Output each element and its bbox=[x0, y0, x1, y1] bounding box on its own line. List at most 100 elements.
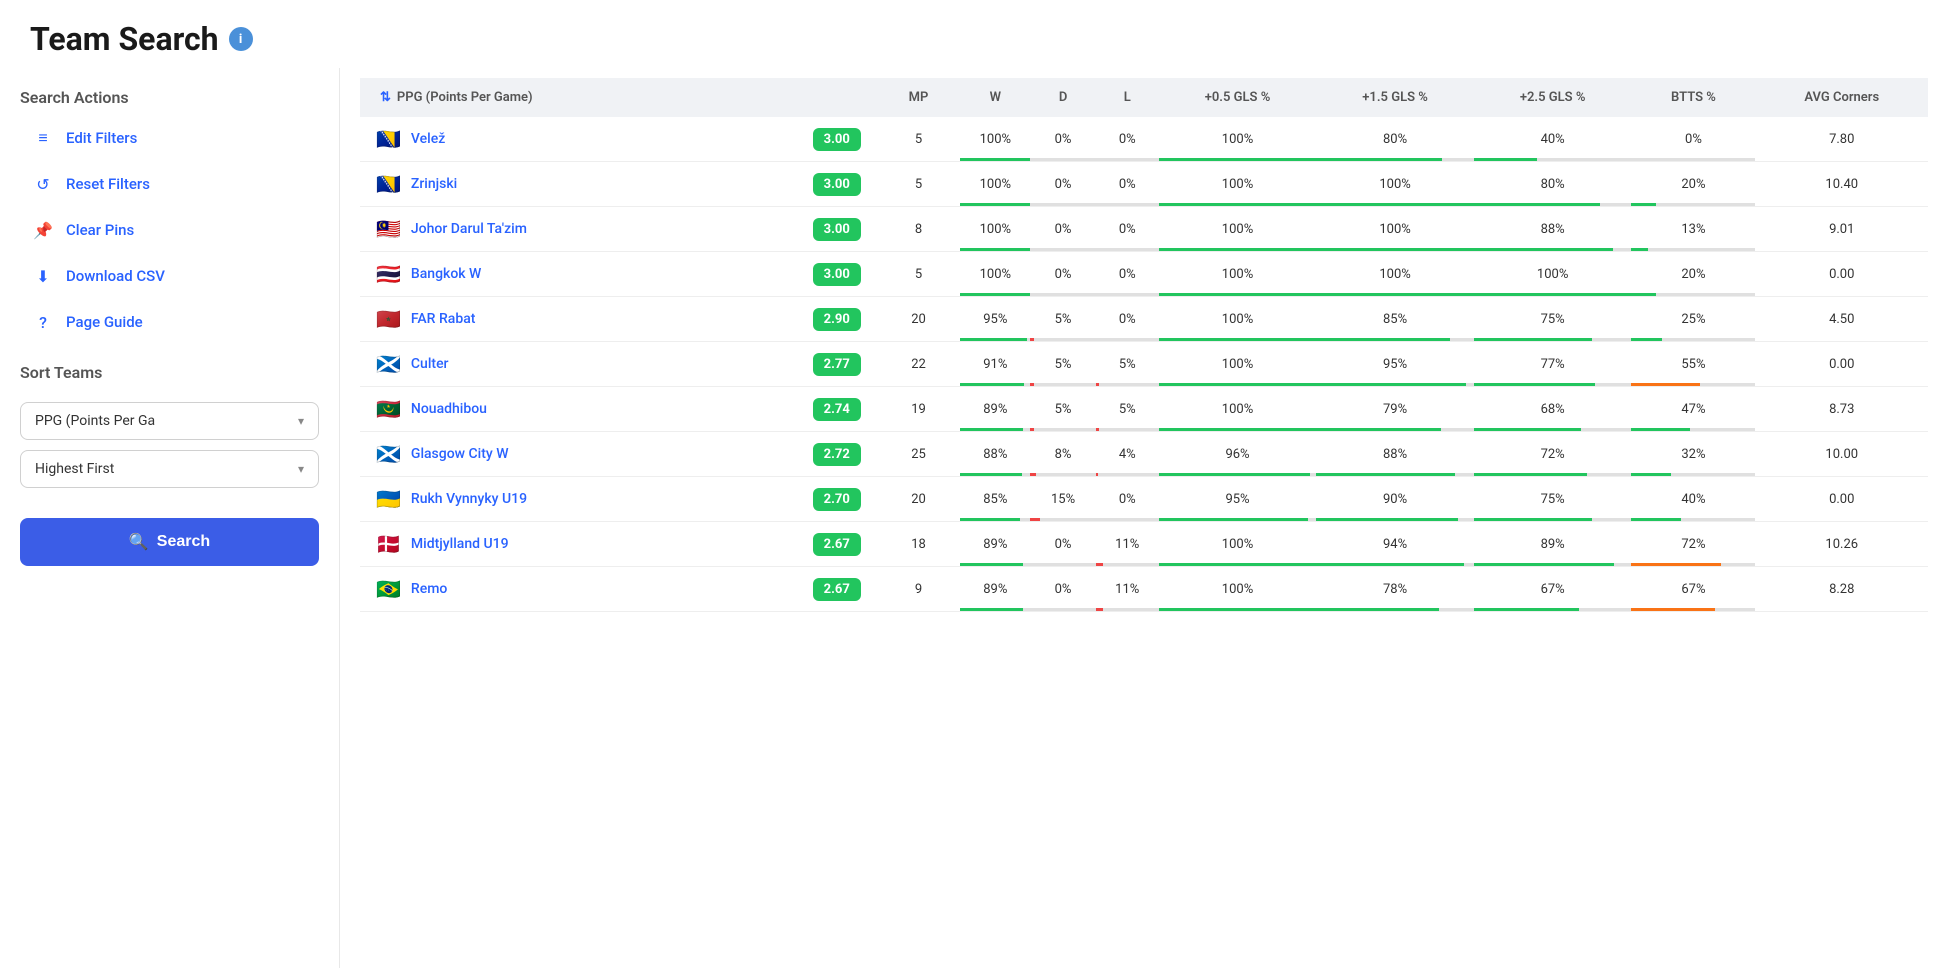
team-name[interactable]: Nouadhibou bbox=[411, 387, 803, 431]
stat-cell: 85% bbox=[1316, 297, 1474, 342]
col-header-g15: +1.5 GLS % bbox=[1316, 78, 1474, 117]
clear-pins-button[interactable]: 📌 Clear Pins bbox=[20, 209, 319, 251]
team-cell: 🇧🇷 Remo 2.67 bbox=[360, 567, 877, 612]
col-header-l: L bbox=[1096, 78, 1159, 117]
mp-cell: 18 bbox=[877, 522, 961, 567]
mp-cell: 9 bbox=[877, 567, 961, 612]
team-name[interactable]: Zrinjski bbox=[411, 162, 803, 206]
search-button[interactable]: 🔍 Search bbox=[20, 518, 319, 566]
stat-cell: 100% bbox=[1159, 207, 1317, 252]
team-cell: 🇧🇦 Zrinjski 3.00 bbox=[360, 162, 877, 207]
stat-cell: 4% bbox=[1096, 432, 1159, 477]
sort-order-value: Highest First bbox=[35, 461, 114, 477]
mp-cell: 22 bbox=[877, 342, 961, 387]
ppg-badge: 2.77 bbox=[813, 353, 861, 376]
chevron-down-icon-2: ▾ bbox=[298, 462, 304, 476]
stat-cell: 85% bbox=[960, 477, 1030, 522]
mp-cell: 20 bbox=[877, 477, 961, 522]
stat-cell: 72% bbox=[1474, 432, 1632, 477]
team-name[interactable]: Rukh Vynnyky U19 bbox=[411, 477, 803, 521]
download-csv-button[interactable]: ⬇ Download CSV bbox=[20, 255, 319, 297]
team-cell: 🇹🇭 Bangkok W 3.00 bbox=[360, 252, 877, 297]
corners-cell: 10.40 bbox=[1755, 162, 1928, 207]
mp-cell: 8 bbox=[877, 207, 961, 252]
ppg-badge: 2.70 bbox=[813, 488, 861, 511]
stat-cell: 89% bbox=[960, 567, 1030, 612]
team-name[interactable]: Velež bbox=[411, 117, 803, 161]
stat-cell: 32% bbox=[1631, 432, 1755, 477]
stat-cell: 13% bbox=[1631, 207, 1755, 252]
stat-cell: 0% bbox=[1030, 117, 1095, 162]
page-guide-label: Page Guide bbox=[66, 313, 143, 331]
team-name[interactable]: Johor Darul Ta'zim bbox=[411, 207, 803, 251]
stat-cell: 100% bbox=[1159, 117, 1317, 162]
stat-cell: 89% bbox=[960, 387, 1030, 432]
edit-filters-button[interactable]: ≡ Edit Filters bbox=[20, 117, 319, 159]
team-cell: 🇺🇦 Rukh Vynnyky U19 2.70 bbox=[360, 477, 877, 522]
team-flag: 🇧🇦 bbox=[376, 172, 401, 196]
stat-cell: 90% bbox=[1316, 477, 1474, 522]
page-guide-button[interactable]: ? Page Guide bbox=[20, 301, 319, 343]
table-row: 🇧🇦 Zrinjski 3.00 5 100% 0% 0% 100% bbox=[360, 162, 1928, 207]
pin-icon: 📌 bbox=[32, 219, 54, 241]
team-cell: 🏴󠁧󠁢󠁳󠁣󠁴󠁿 Glasgow City W 2.72 bbox=[360, 432, 877, 477]
team-flag: 🇩🇰 bbox=[376, 532, 401, 556]
sort-order-dropdown[interactable]: Highest First ▾ bbox=[20, 450, 319, 488]
team-cell: 🇲🇾 Johor Darul Ta'zim 3.00 bbox=[360, 207, 877, 252]
download-csv-label: Download CSV bbox=[66, 267, 165, 285]
stat-cell: 100% bbox=[1159, 387, 1317, 432]
stat-cell: 5% bbox=[1030, 387, 1095, 432]
stat-cell: 96% bbox=[1159, 432, 1317, 477]
table-row: 🇹🇭 Bangkok W 3.00 5 100% 0% 0% 100% bbox=[360, 252, 1928, 297]
team-name[interactable]: Culter bbox=[411, 342, 803, 386]
stat-cell: 80% bbox=[1474, 162, 1632, 207]
corners-cell: 10.00 bbox=[1755, 432, 1928, 477]
stat-cell: 78% bbox=[1316, 567, 1474, 612]
stat-cell: 5% bbox=[1096, 387, 1159, 432]
team-flag: 🏴󠁧󠁢󠁳󠁣󠁴󠁿 bbox=[376, 352, 401, 376]
team-name[interactable]: Glasgow City W bbox=[411, 432, 803, 476]
table-row: 🇩🇰 Midtjylland U19 2.67 18 89% 0% 11% bbox=[360, 522, 1928, 567]
table-row: 🇲🇾 Johor Darul Ta'zim 3.00 8 100% 0% 0% bbox=[360, 207, 1928, 252]
stat-cell: 8% bbox=[1030, 432, 1095, 477]
stat-cell: 100% bbox=[1316, 252, 1474, 297]
table-row: 🇲🇷 Nouadhibou 2.74 19 89% 5% 5% 100% bbox=[360, 387, 1928, 432]
team-name[interactable]: Bangkok W bbox=[411, 252, 803, 296]
info-icon[interactable]: i bbox=[229, 27, 253, 51]
mp-cell: 5 bbox=[877, 162, 961, 207]
col-header-d: D bbox=[1030, 78, 1095, 117]
team-name[interactable]: Midtjylland U19 bbox=[411, 522, 803, 566]
corners-cell: 0.00 bbox=[1755, 342, 1928, 387]
sort-field-dropdown[interactable]: PPG (Points Per Ga ▾ bbox=[20, 402, 319, 440]
stat-cell: 88% bbox=[960, 432, 1030, 477]
team-cell: 🏴󠁧󠁢󠁳󠁣󠁴󠁿 Culter 2.77 bbox=[360, 342, 877, 387]
team-flag: 🏴󠁧󠁢󠁳󠁣󠁴󠁿 bbox=[376, 442, 401, 466]
page-title: Team Search bbox=[30, 20, 219, 58]
sidebar-actions-list: ≡ Edit Filters ↺ Reset Filters 📌 Clear P… bbox=[20, 117, 319, 343]
ppg-badge: 3.00 bbox=[813, 263, 861, 286]
ppg-badge: 2.90 bbox=[813, 308, 861, 331]
stat-cell: 88% bbox=[1316, 432, 1474, 477]
ppg-badge: 2.74 bbox=[813, 398, 861, 421]
corners-cell: 10.26 bbox=[1755, 522, 1928, 567]
main-content: Search Actions ≡ Edit Filters ↺ Reset Fi… bbox=[0, 68, 1948, 968]
reset-filters-button[interactable]: ↺ Reset Filters bbox=[20, 163, 319, 205]
stat-cell: 100% bbox=[1159, 297, 1317, 342]
stat-cell: 20% bbox=[1631, 162, 1755, 207]
stat-cell: 0% bbox=[1096, 477, 1159, 522]
stat-cell: 77% bbox=[1474, 342, 1632, 387]
stat-cell: 25% bbox=[1631, 297, 1755, 342]
stat-cell: 67% bbox=[1474, 567, 1632, 612]
sort-icon: ⇅ bbox=[380, 90, 391, 105]
team-name[interactable]: FAR Rabat bbox=[411, 297, 803, 341]
col-header-team[interactable]: ⇅ PPG (Points Per Game) bbox=[360, 78, 877, 117]
team-name[interactable]: Remo bbox=[411, 567, 803, 611]
corners-cell: 0.00 bbox=[1755, 477, 1928, 522]
mp-cell: 19 bbox=[877, 387, 961, 432]
stat-cell: 91% bbox=[960, 342, 1030, 387]
table-header-row: ⇅ PPG (Points Per Game) MP W D L +0.5 GL… bbox=[360, 78, 1928, 117]
stat-cell: 94% bbox=[1316, 522, 1474, 567]
edit-filters-label: Edit Filters bbox=[66, 129, 137, 147]
stat-cell: 0% bbox=[1096, 117, 1159, 162]
col-header-btts: BTTS % bbox=[1631, 78, 1755, 117]
